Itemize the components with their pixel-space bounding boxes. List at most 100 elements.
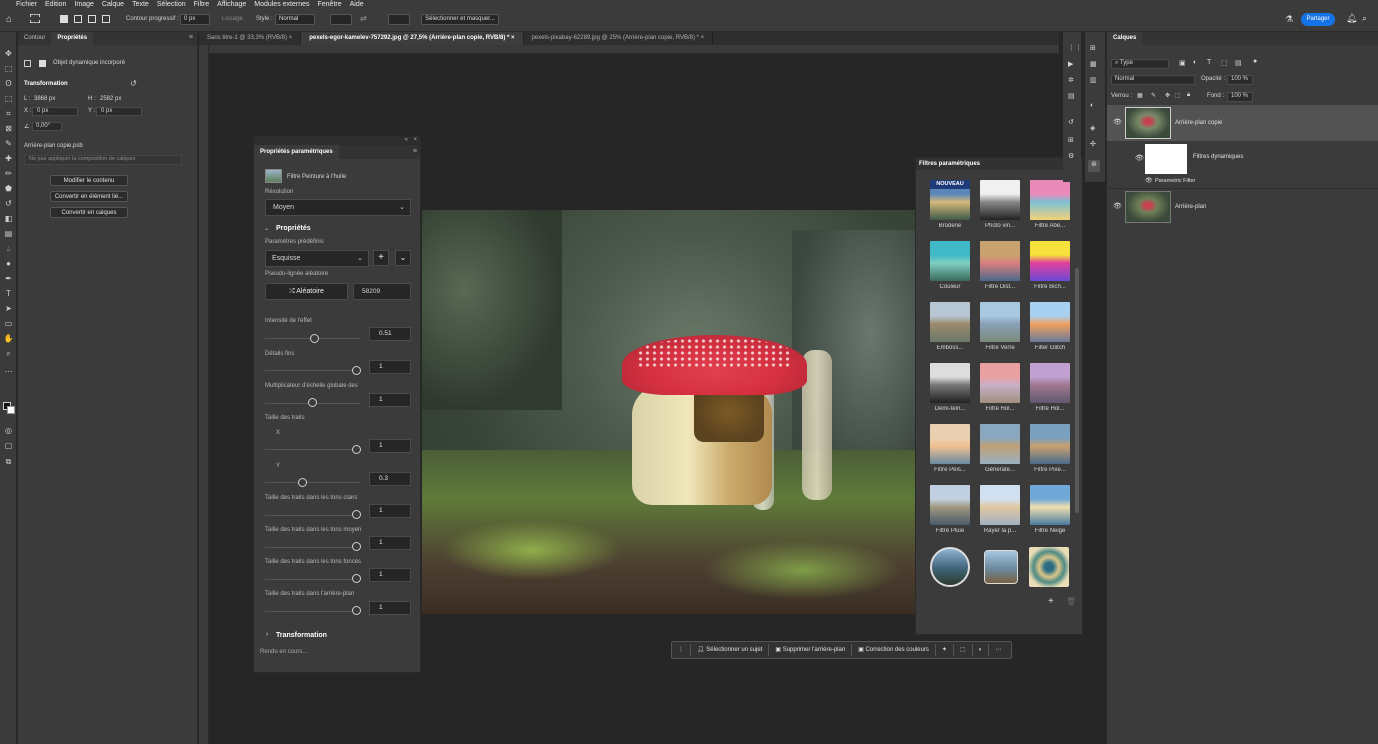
intersect-selection-icon[interactable] <box>102 15 110 23</box>
crop-tool-icon[interactable]: ⌗ <box>3 108 14 119</box>
filter-thumb-kaleidoscope[interactable] <box>1029 547 1069 587</box>
eye-icon[interactable]: 👁︎ <box>1145 177 1153 184</box>
more-tools-icon[interactable]: ⋯ <box>3 366 14 377</box>
shape-filter-icon[interactable]: ⬚ <box>1221 59 1228 67</box>
properties-section-title[interactable]: Propriétés <box>276 225 311 232</box>
filter-thumbnail[interactable] <box>980 180 1020 220</box>
layer-row-smart-filters[interactable]: 👁︎ Filtres dynamiques 👁︎ Parametric Filt… <box>1107 142 1378 187</box>
chevron-right-icon[interactable]: › <box>266 631 268 638</box>
marquee-tool-icon[interactable]: ⬚ <box>3 63 14 74</box>
opacity-input[interactable]: 100 % <box>1227 75 1253 85</box>
fine-details-input[interactable]: 1 <box>369 360 411 374</box>
layer-name[interactable]: Arrière-plan copie <box>1175 120 1222 126</box>
global-scale-knob[interactable] <box>308 398 317 407</box>
scrollbar[interactable] <box>1075 268 1079 513</box>
swap-icon[interactable]: ⇄ <box>360 14 367 23</box>
wand-icon[interactable]: ✦ <box>936 644 954 656</box>
x-input[interactable]: 0 px <box>32 107 78 116</box>
color-correction-button[interactable]: ▣ Correction des couleurs <box>852 644 936 656</box>
stroke-shadows-track[interactable] <box>265 579 361 580</box>
random-seed-button[interactable]: ⤮ Aléatoire <box>265 283 348 300</box>
smartobject-filter-icon[interactable]: ▤ <box>1235 59 1242 67</box>
filter-name[interactable]: Filtre Peis... <box>925 467 975 473</box>
filter-thumb-frame[interactable] <box>984 550 1018 584</box>
blend-mode-select[interactable]: Normal <box>1111 75 1195 85</box>
filter-thumbnail[interactable] <box>930 424 970 464</box>
menu-affichage[interactable]: Affichage <box>217 1 246 8</box>
frame-tool-icon[interactable]: ⊠ <box>3 123 14 134</box>
effect-intensity-knob[interactable] <box>310 334 319 343</box>
style-select[interactable]: Normal <box>275 14 315 25</box>
move-tool-icon[interactable]: ✥ <box>3 48 14 59</box>
history-icon[interactable]: ↺ <box>1068 118 1074 126</box>
eye-icon[interactable]: 👁︎ <box>1113 202 1122 210</box>
flask-icon[interactable]: ⚗ <box>1285 14 1293 25</box>
stroke-background-input[interactable]: 1 <box>369 601 411 615</box>
filter-name[interactable]: Filtre Dist... <box>975 284 1025 290</box>
panel-menu-icon[interactable]: ≡ <box>185 32 197 45</box>
background-color-swatch[interactable] <box>7 406 15 414</box>
layer-comp-select[interactable]: Ne pas appliquer la composition de calqu… <box>24 155 182 165</box>
filter-name[interactable]: Demi-tein... <box>925 406 975 412</box>
lock-all-icon[interactable]: 🔒︎ <box>1187 92 1190 99</box>
menu-filtre[interactable]: Filtre <box>194 1 210 8</box>
filter-thumbnail[interactable] <box>1030 302 1070 342</box>
panel-menu-icon[interactable]: ≡ <box>413 148 417 155</box>
channels-icon[interactable]: ✣ <box>1090 140 1096 148</box>
layer-row-background[interactable]: 👁︎ Arrière-plan <box>1107 188 1378 224</box>
parametric-filters-icon[interactable]: ⊛ <box>1088 160 1100 172</box>
stroke-midtones-knob[interactable] <box>352 542 361 551</box>
seed-input[interactable]: 58209 <box>353 283 411 300</box>
layer-name[interactable]: Arrière-plan <box>1175 204 1206 210</box>
filter-thumb-circle[interactable] <box>930 547 970 587</box>
antialias-label[interactable]: Lissage <box>222 16 243 22</box>
add-filter-icon[interactable]: + <box>1048 596 1054 607</box>
filter-name[interactable]: Filtre Hol... <box>1025 406 1075 412</box>
filter-name[interactable]: Couleur <box>925 284 975 290</box>
height-value[interactable]: 2582 px <box>100 96 121 102</box>
stamp-tool-icon[interactable]: ⬟ <box>3 183 14 194</box>
resolution-select[interactable]: Moyen ⌄ <box>265 199 411 216</box>
stroke-background-knob[interactable] <box>352 606 361 615</box>
transformation-section-title[interactable]: Transformation <box>276 632 327 639</box>
stroke-size-x-knob[interactable] <box>352 445 361 454</box>
stroke-highlights-track[interactable] <box>265 515 361 516</box>
pixel-filter-icon[interactable]: ▣ <box>1179 59 1186 67</box>
libraries-icon[interactable]: ▥ <box>1090 76 1097 84</box>
add-selection-icon[interactable] <box>74 15 82 23</box>
tab-properties[interactable]: Propriétés <box>51 32 94 45</box>
collapse-icon[interactable]: « <box>405 137 408 143</box>
tab-contour[interactable]: Contour <box>18 32 51 45</box>
eye-icon[interactable]: 👁︎ <box>1113 118 1122 126</box>
fill-input[interactable]: 100 % <box>1227 92 1253 102</box>
doc-tab-mushroom[interactable]: pexels-egor-kamelev-757292.jpg @ 27,5% (… <box>301 32 524 45</box>
stroke-highlights-input[interactable]: 1 <box>369 504 411 518</box>
drag-handle-icon[interactable]: ⋮ <box>672 644 691 656</box>
settings-icon[interactable]: ⚙ <box>1068 152 1074 160</box>
object-select-icon[interactable]: ⬚ <box>3 93 14 104</box>
filter-name[interactable]: Filtre Neige <box>1025 528 1075 534</box>
adjust-icon[interactable]: ◐ <box>973 644 990 656</box>
filter-thumbnail[interactable] <box>930 485 970 525</box>
stroke-size-y-track[interactable] <box>265 482 361 483</box>
menu-fenetre[interactable]: Fenêtre <box>318 1 342 8</box>
stroke-background-track[interactable] <box>265 611 361 612</box>
lock-transparency-icon[interactable]: ▦ <box>1137 92 1143 99</box>
filter-name[interactable]: Filtre Pixe... <box>1025 467 1075 473</box>
filter-thumbnail[interactable] <box>1030 363 1070 403</box>
convert-layers-button[interactable]: Convertir en calques <box>50 207 128 218</box>
menu-calque[interactable]: Calque <box>102 1 124 8</box>
filter-name[interactable]: Filtre Abe... <box>1025 223 1075 229</box>
play-icon[interactable]: ▶ <box>1068 60 1073 68</box>
feather-input[interactable]: 0 px <box>180 14 210 25</box>
stroke-highlights-knob[interactable] <box>352 510 361 519</box>
convert-linked-button[interactable]: Convertir en élément lié... <box>50 191 128 202</box>
stroke-size-y-knob[interactable] <box>298 478 307 487</box>
edit-contents-button[interactable]: Modifier le contenu <box>50 175 128 186</box>
blur-icon[interactable]: 💧︎ <box>3 243 14 254</box>
parametric-filter-label[interactable]: Parametric Filter <box>1155 178 1195 184</box>
angle-input[interactable]: 0,00° <box>32 122 62 131</box>
more-options-icon[interactable]: ⋯ <box>989 644 1007 656</box>
adjustments-icon[interactable]: ◐ <box>1090 102 1094 109</box>
filter-thumbnail[interactable] <box>1030 241 1070 281</box>
